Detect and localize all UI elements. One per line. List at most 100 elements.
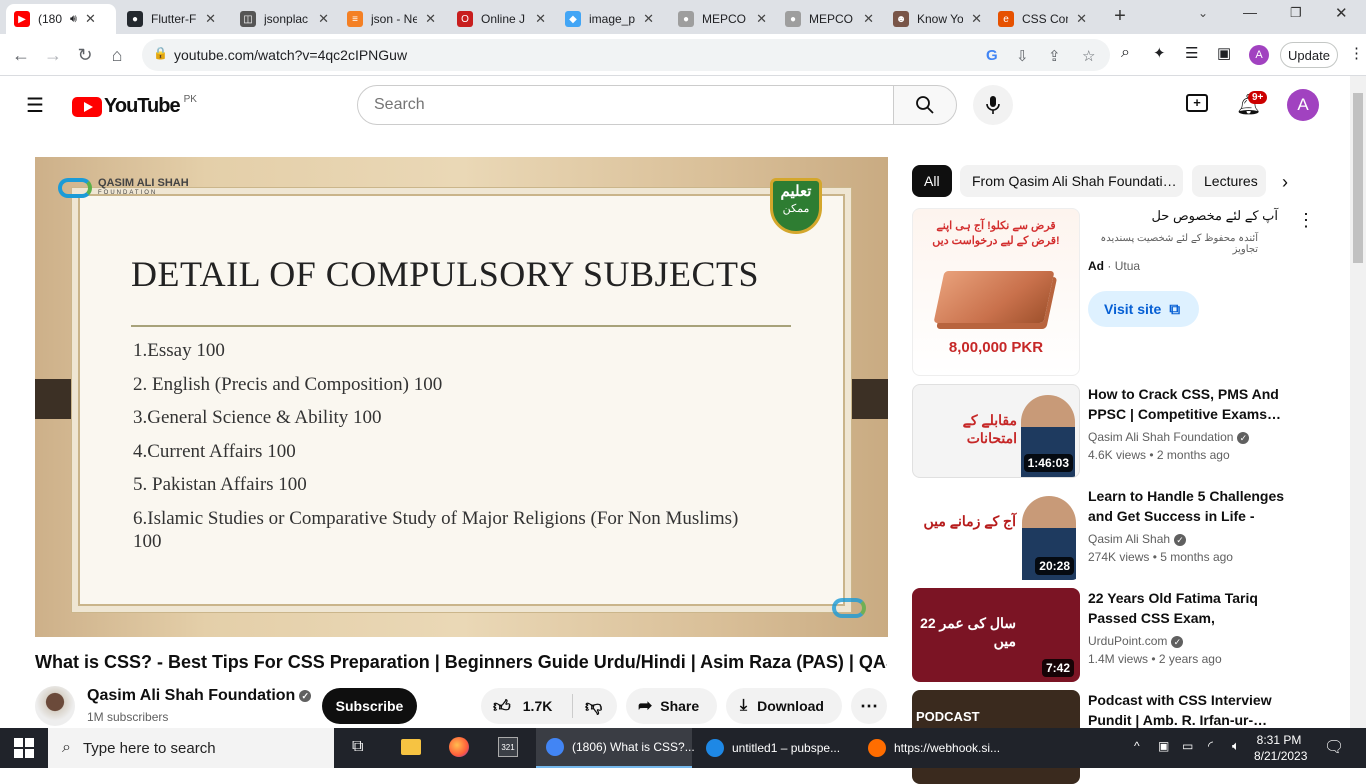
show-hidden-icons[interactable]: ^ [1134, 739, 1140, 753]
update-button[interactable]: Update [1280, 42, 1338, 68]
youtube-search-input[interactable]: Search [357, 85, 894, 125]
install-icon[interactable]: ⇩ [1016, 47, 1029, 65]
meet-now-icon[interactable]: ▣ [1158, 739, 1169, 753]
task-view-icon[interactable]: ⧉ [352, 738, 363, 756]
minimize-button[interactable]: — [1243, 4, 1257, 20]
url-text[interactable]: youtube.com/watch?v=4qc2cIPNGuw [174, 47, 407, 63]
channel-name[interactable]: Qasim Ali Shah Foundation ✓ [87, 687, 312, 705]
browser-tab[interactable]: ◫ jsonplac ✕ [232, 4, 337, 34]
browser-tab[interactable]: ☻ Know Yo ✕ [885, 4, 990, 34]
clock[interactable]: 8:31 PM 8/21/2023 [1254, 732, 1307, 764]
menu-hamburger-icon[interactable]: ☰ [26, 93, 44, 118]
account-avatar[interactable]: A [1287, 89, 1319, 121]
recommendation-channel-name[interactable]: Qasim Ali Shah Foundation [1088, 430, 1233, 444]
chip-lectures[interactable]: Lectures [1192, 165, 1266, 197]
subscribe-button[interactable]: Subscribe [322, 688, 417, 724]
taskbar-app[interactable]: https://webhook.si... [858, 728, 1016, 768]
video-player[interactable]: QASIM ALI SHAH FOUNDATION تعلیم ممکن DET… [35, 157, 888, 637]
menu-kebab-icon[interactable]: ⋮ [1349, 44, 1364, 62]
recommendation-title[interactable]: Podcast with CSS Interview Pundit | Amb.… [1088, 690, 1288, 730]
ad-urdu-line1: قرض سے نکلو! آج ہی اپنے [936, 220, 1056, 232]
taskbar-app[interactable]: (1806) What is CSS?... [536, 728, 695, 768]
recommendation-thumbnail[interactable]: مقابلے کے امتحانات 1:46:03 [912, 384, 1080, 478]
tab-close-icon[interactable]: ✕ [643, 11, 654, 27]
start-windows-icon[interactable] [14, 738, 34, 758]
youtube-logo[interactable]: YouTube PK [72, 94, 197, 118]
volume-icon[interactable]: 🔈︎ [1232, 738, 1240, 754]
wifi-icon[interactable]: ◜ [1208, 738, 1213, 754]
channel-avatar[interactable] [35, 686, 75, 726]
reload-button[interactable]: ↻ [72, 42, 98, 68]
browser-tab[interactable]: O Online J ✕ [449, 4, 554, 34]
tab-close-icon[interactable]: ✕ [1076, 11, 1087, 27]
ad-headline[interactable]: آپ کے لئے مخصوص حل [1088, 208, 1278, 224]
recommendation-title[interactable]: How to Crack CSS, PMS And PPSC | Competi… [1088, 384, 1288, 424]
tab-close-icon[interactable]: ✕ [318, 11, 329, 27]
share-button[interactable]: ➦ Share [626, 688, 717, 724]
taskbar-app[interactable]: untitled1 – pubspe... [696, 728, 854, 768]
chips-next-icon[interactable]: › [1282, 172, 1288, 193]
tab-close-icon[interactable]: ✕ [85, 11, 96, 27]
youtube-search-button[interactable] [893, 85, 957, 125]
download-button[interactable]: ⤓ Download [726, 688, 842, 724]
recommendation-channel[interactable]: Qasim Ali Shah Foundation ✓ [1088, 430, 1250, 444]
browser-tab[interactable]: ≡ json - Ne ✕ [339, 4, 444, 34]
taskbar-search-box[interactable]: ⌕ Type here to search [48, 728, 334, 768]
browser-tab[interactable]: ◆ image_p ✕ [557, 4, 662, 34]
browser-tab[interactable]: ● MEPCO ✕ [670, 4, 775, 34]
home-button[interactable]: ⌂ [104, 42, 130, 68]
close-window-button[interactable]: ✕ [1335, 4, 1348, 22]
recommendation-thumbnail[interactable]: 22 سال کی عمر میں 7:42 [912, 588, 1080, 682]
channel-name-text[interactable]: Qasim Ali Shah Foundation [87, 687, 295, 704]
visit-site-button[interactable]: Visit site ⧉ [1088, 291, 1199, 327]
profile-avatar[interactable]: A [1249, 45, 1269, 65]
browser-tab[interactable]: ▶ (180 🔊︎ ✕ [6, 4, 116, 34]
tab-close-icon[interactable]: ✕ [756, 11, 767, 27]
tab-close-icon[interactable]: ✕ [425, 11, 436, 27]
notification-center-icon[interactable]: 🗨︎ [1324, 737, 1344, 757]
recommendation-channel[interactable]: Qasim Ali Shah ✓ [1088, 532, 1187, 546]
like-button[interactable]: 👍︎ 1.7K [481, 694, 573, 718]
recommendation-channel[interactable]: UrduPoint.com ✓ [1088, 634, 1184, 648]
restore-button[interactable]: ❐ [1290, 5, 1302, 21]
tab-close-icon[interactable]: ✕ [971, 11, 982, 27]
bookmark-star-icon[interactable]: ☆ [1082, 47, 1095, 65]
tab-close-icon[interactable]: ✕ [535, 11, 546, 27]
chip-all[interactable]: All [912, 165, 952, 197]
extensions-icon[interactable]: ✦ [1153, 44, 1166, 62]
address-bar[interactable]: 🔒 youtube.com/watch?v=4qc2cIPNGuw G ⇩ ⇪ … [142, 39, 1110, 71]
search-labs-icon[interactable]: ⌕ [1121, 44, 1130, 62]
side-panel-icon[interactable]: ▣ [1217, 44, 1231, 62]
new-tab-button[interactable]: + [1110, 5, 1130, 29]
calendar-app-icon[interactable]: 321 [498, 737, 518, 757]
scrollbar-thumb[interactable] [1353, 93, 1363, 263]
recommendation-title[interactable]: Learn to Handle 5 Challenges and Get Suc… [1088, 486, 1288, 526]
audio-playing-icon[interactable]: 🔊︎ [70, 13, 77, 26]
recommendation-channel-name[interactable]: UrduPoint.com [1088, 634, 1167, 648]
chip-from-channel[interactable]: From Qasim Ali Shah Foundati… [960, 165, 1183, 197]
browser-tab[interactable]: ● MEPCO ✕ [777, 4, 882, 34]
back-button[interactable]: ← [8, 42, 34, 68]
create-video-icon[interactable]: + [1186, 94, 1208, 112]
recommendation-title[interactable]: 22 Years Old Fatima Tariq Passed CSS Exa… [1088, 588, 1288, 628]
battery-icon[interactable]: ▭ [1182, 739, 1193, 753]
recommendation-thumbnail[interactable]: آج کے زمانے میں 20:28 [912, 486, 1080, 580]
more-actions-button[interactable]: ⋯ [851, 688, 887, 724]
recommendation-channel-name[interactable]: Qasim Ali Shah [1088, 532, 1170, 546]
tab-close-icon[interactable]: ✕ [863, 11, 874, 27]
share-icon[interactable]: ⇪ [1048, 47, 1061, 65]
google-lens-icon[interactable]: G [986, 47, 998, 64]
voice-search-button[interactable] [973, 85, 1013, 125]
site-info-icon[interactable]: 🔒 [153, 46, 168, 60]
dislike-button[interactable]: 👎︎ [585, 696, 602, 717]
tab-close-icon[interactable]: ✕ [205, 11, 216, 27]
ad-menu-icon[interactable]: ⋮ [1297, 210, 1315, 231]
tab-search-icon[interactable]: ⌄ [1198, 6, 1208, 20]
ad-thumbnail[interactable]: قرض سے نکلو! آج ہی اپنے قرض کے لیے درخوا… [912, 208, 1080, 376]
browser-tab[interactable]: e CSS Con ✕ [990, 4, 1095, 34]
browser-tab[interactable]: ● Flutter-F ✕ [119, 4, 224, 34]
file-explorer-icon[interactable] [401, 739, 421, 755]
media-controls-icon[interactable]: ☰ [1185, 44, 1198, 62]
firefox-icon[interactable] [449, 737, 469, 757]
forward-button[interactable]: → [40, 42, 66, 68]
